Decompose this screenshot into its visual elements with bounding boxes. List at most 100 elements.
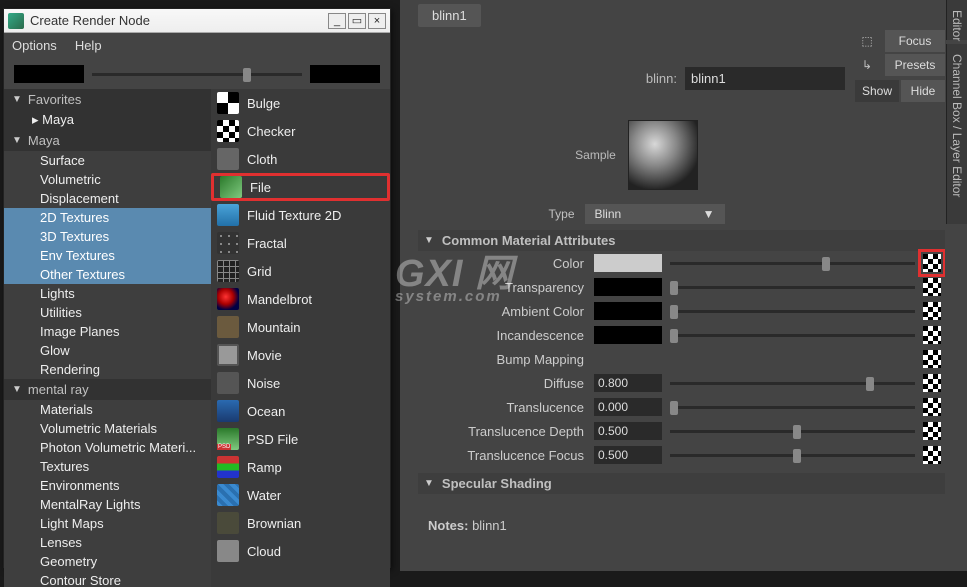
tree-mental-ray[interactable]: ▼ mental ray <box>4 379 211 400</box>
create-render-node-window: Create Render Node _ ▭ × Options Help ▼ … <box>3 8 391 568</box>
section-common-material[interactable]: ▼ Common Material Attributes <box>418 230 945 251</box>
translucence-field[interactable] <box>594 398 662 416</box>
focus-button[interactable]: Focus <box>885 30 945 52</box>
color-swatch[interactable] <box>594 254 662 272</box>
cloud-icon <box>217 540 239 562</box>
node-movie[interactable]: Movie <box>211 341 390 369</box>
ambient-swatch[interactable] <box>594 302 662 320</box>
incandescence-map-button[interactable] <box>923 326 941 344</box>
node-cloth[interactable]: Cloth <box>211 145 390 173</box>
node-ramp[interactable]: Ramp <box>211 453 390 481</box>
diffuse-field[interactable] <box>594 374 662 392</box>
node-fractal[interactable]: Fractal <box>211 229 390 257</box>
tree-item-volumetric[interactable]: Volumetric <box>4 170 211 189</box>
tree-item-volumetric-materials[interactable]: Volumetric Materials <box>4 419 211 438</box>
tree-item-light-maps[interactable]: Light Maps <box>4 514 211 533</box>
section-specular-shading[interactable]: ▼ Specular Shading <box>418 473 945 494</box>
node-label: Fluid Texture 2D <box>247 208 341 223</box>
transparency-map-button[interactable] <box>923 278 941 296</box>
tree-item-other-textures[interactable]: Other Textures <box>4 265 211 284</box>
node-label: Mountain <box>247 320 300 335</box>
node-water[interactable]: Water <box>211 481 390 509</box>
tree-item-environments[interactable]: Environments <box>4 476 211 495</box>
node-grid[interactable]: Grid <box>211 257 390 285</box>
diffuse-slider[interactable] <box>670 382 915 385</box>
tree-item-image-planes[interactable]: Image Planes <box>4 322 211 341</box>
node-mandelbrot[interactable]: Mandelbrot <box>211 285 390 313</box>
node-noise[interactable]: Noise <box>211 369 390 397</box>
node-label: Cloud <box>247 544 281 559</box>
name-field[interactable] <box>685 67 845 90</box>
node-fluid-texture-2d[interactable]: Fluid Texture 2D <box>211 201 390 229</box>
select-in-icon[interactable]: ⬚ <box>855 30 879 52</box>
tree-favorites[interactable]: ▼ Favorites <box>4 89 211 110</box>
tree-maya-folder[interactable]: ▸ Maya <box>4 110 211 130</box>
tree-item-geometry[interactable]: Geometry <box>4 552 211 571</box>
maximize-button[interactable]: ▭ <box>348 13 366 29</box>
side-tab-channel-box[interactable]: Channel Box / Layer Editor <box>946 44 967 224</box>
tree-item-materials[interactable]: Materials <box>4 400 211 419</box>
tab-material[interactable]: blinn1 <box>418 4 481 27</box>
node-brownian[interactable]: Brownian <box>211 509 390 537</box>
node-cloud[interactable]: Cloud <box>211 537 390 565</box>
menu-options[interactable]: Options <box>12 38 57 53</box>
ambient-slider[interactable] <box>670 310 915 313</box>
tree-item-displacement[interactable]: Displacement <box>4 189 211 208</box>
node-ocean[interactable]: Ocean <box>211 397 390 425</box>
tree-item-glow[interactable]: Glow <box>4 341 211 360</box>
translucence-focus-slider[interactable] <box>670 454 915 457</box>
bump-map-button[interactable] <box>923 350 941 368</box>
show-button[interactable]: Show <box>855 80 899 102</box>
tree-item-2d-textures[interactable]: 2D Textures <box>4 208 211 227</box>
translucence-focus-map-button[interactable] <box>923 446 941 464</box>
node-checker[interactable]: Checker <box>211 117 390 145</box>
translucence-focus-field[interactable] <box>594 446 662 464</box>
incandescence-slider[interactable] <box>670 334 915 337</box>
color-map-button[interactable] <box>923 254 941 272</box>
sample-swatch <box>628 120 698 190</box>
tree-item-mentalray-lights[interactable]: MentalRay Lights <box>4 495 211 514</box>
filter-slider[interactable] <box>92 73 302 76</box>
node-label: File <box>250 180 271 195</box>
color-slider[interactable] <box>670 262 915 265</box>
tree-item-photon-volumetric-materi-[interactable]: Photon Volumetric Materi... <box>4 438 211 457</box>
node-file[interactable]: File <box>211 173 390 201</box>
translucence-depth-slider[interactable] <box>670 430 915 433</box>
node-list[interactable]: BulgeCheckerCloth File Fluid Texture 2D Fra… <box>211 89 390 587</box>
type-select[interactable]: Blinn ▼ <box>585 204 725 224</box>
tree-item-env-textures[interactable]: Env Textures <box>4 246 211 265</box>
incandescence-swatch[interactable] <box>594 326 662 344</box>
tree-maya[interactable]: ▼ Maya <box>4 130 211 151</box>
tree-item-textures[interactable]: Textures <box>4 457 211 476</box>
type-label: Type <box>548 207 574 221</box>
tree-item-surface[interactable]: Surface <box>4 151 211 170</box>
node-bulge[interactable]: Bulge <box>211 89 390 117</box>
attr-transparency: Transparency <box>418 275 945 299</box>
transparency-slider[interactable] <box>670 286 915 289</box>
translucence-depth-map-button[interactable] <box>923 422 941 440</box>
translucence-depth-field[interactable] <box>594 422 662 440</box>
tree-item-lenses[interactable]: Lenses <box>4 533 211 552</box>
ambient-map-button[interactable] <box>923 302 941 320</box>
presets-button[interactable]: Presets <box>885 54 945 76</box>
node-psd-file[interactable]: PSD File <box>211 425 390 453</box>
tree-item-lights[interactable]: Lights <box>4 284 211 303</box>
attr-incandescence: Incandescence <box>418 323 945 347</box>
mountain-icon <box>217 316 239 338</box>
hide-button[interactable]: Hide <box>901 80 945 102</box>
menu-help[interactable]: Help <box>75 38 102 53</box>
node-mountain[interactable]: Mountain <box>211 313 390 341</box>
tree-item-rendering[interactable]: Rendering <box>4 360 211 379</box>
diffuse-map-button[interactable] <box>923 374 941 392</box>
side-tab-editor[interactable]: Editor <box>946 0 967 40</box>
node-label: PSD File <box>247 432 298 447</box>
translucence-map-button[interactable] <box>923 398 941 416</box>
tree-item-contour-store[interactable]: Contour Store <box>4 571 211 587</box>
tree-item-utilities[interactable]: Utilities <box>4 303 211 322</box>
translucence-slider[interactable] <box>670 406 915 409</box>
load-attr-icon[interactable]: ↳ <box>855 54 879 76</box>
transparency-swatch[interactable] <box>594 278 662 296</box>
close-button[interactable]: × <box>368 13 386 29</box>
tree-item-3d-textures[interactable]: 3D Textures <box>4 227 211 246</box>
minimize-button[interactable]: _ <box>328 13 346 29</box>
